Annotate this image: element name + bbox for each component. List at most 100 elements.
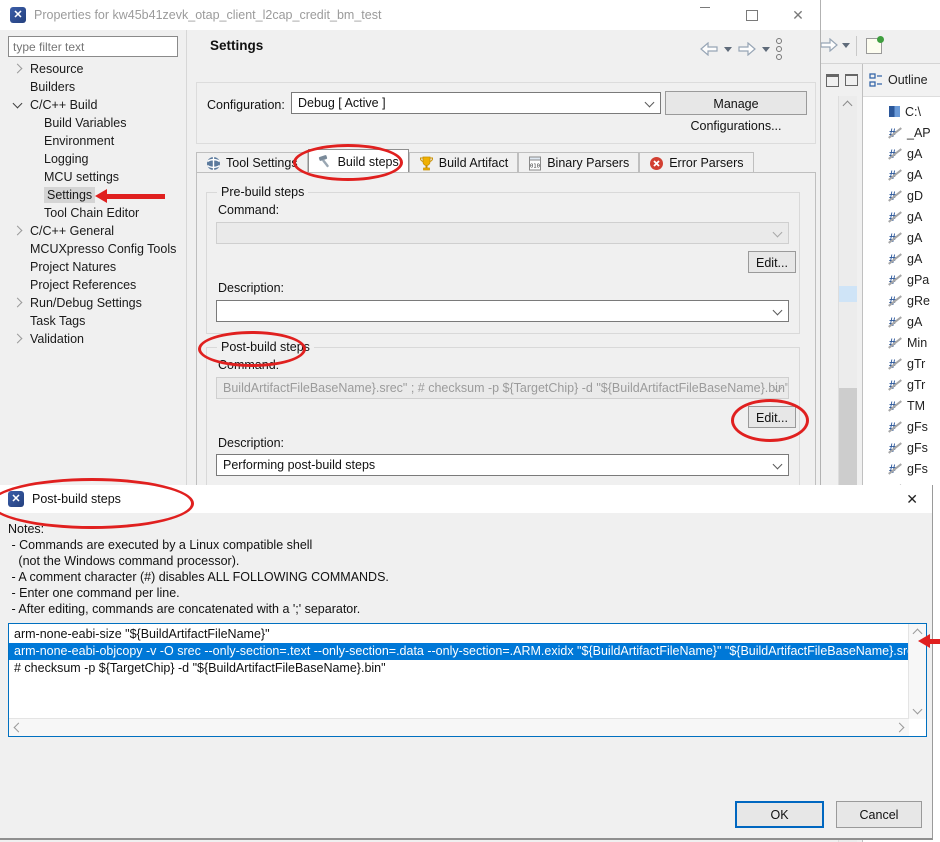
post-build-steps-title: Post-build steps [217, 340, 314, 354]
scroll-left-icon[interactable] [14, 723, 24, 733]
properties-titlebar: ✕ Properties for kw45b41zevk_otap_client… [0, 0, 820, 30]
outline-item[interactable]: #gA [863, 164, 940, 185]
tree-item-resource[interactable]: Resource [0, 60, 185, 78]
tab-build-steps[interactable]: Build steps [308, 149, 409, 173]
ok-button[interactable]: OK [735, 801, 824, 828]
scroll-right-icon[interactable] [895, 723, 905, 733]
cancel-button[interactable]: Cancel [836, 801, 922, 828]
outline-item[interactable]: #gFs [863, 437, 940, 458]
post-build-description-combo[interactable]: Performing post-build steps [216, 454, 789, 476]
outline-item[interactable]: # Min [863, 332, 940, 353]
pre-build-steps-title: Pre-build steps [217, 185, 308, 199]
tree-item-task-tags[interactable]: Task Tags [0, 312, 185, 330]
chevron-right-icon[interactable] [13, 334, 23, 344]
scrollbar-thumb[interactable] [839, 388, 857, 485]
tree-item-label: Settings [44, 187, 95, 203]
outline-item[interactable]: C:\ [863, 101, 940, 122]
tree-item-mcu-settings[interactable]: MCU settings [0, 168, 185, 186]
outline-header: Outline [863, 64, 940, 97]
chevron-right-icon[interactable] [13, 298, 23, 308]
tree-item-settings[interactable]: Settings [0, 186, 185, 204]
chevron-down-icon [645, 98, 655, 108]
tree-item-label: Run/Debug Settings [30, 296, 142, 310]
command-line[interactable]: arm-none-eabi-objcopy -v -O srec --only-… [9, 643, 909, 660]
tree-item-run-debug-settings[interactable]: Run/Debug Settings [0, 294, 185, 312]
close-icon[interactable]: ✕ [900, 485, 924, 513]
outline-item[interactable]: #_AP [863, 122, 940, 143]
post-build-edit-button[interactable]: Edit... [748, 406, 796, 428]
pin-editor-icon[interactable] [866, 38, 882, 54]
outline-item[interactable]: #gFs [863, 416, 940, 437]
forward-arrow-icon[interactable] [738, 42, 756, 56]
tree-item-tool-chain-editor[interactable]: Tool Chain Editor [0, 204, 185, 222]
maximize-view-icon[interactable] [845, 74, 858, 86]
pre-build-edit-button[interactable]: Edit... [748, 251, 796, 273]
minimize-view-icon[interactable] [826, 74, 839, 87]
tree-item-project-references[interactable]: Project References [0, 276, 185, 294]
tree-item-c-c-build[interactable]: C/C++ Build [0, 96, 185, 114]
tree-item-project-natures[interactable]: Project Natures [0, 258, 185, 276]
chevron-down-icon[interactable] [13, 99, 23, 109]
chevron-down-icon [773, 306, 783, 316]
command-line[interactable]: # checksum -p ${TargetChip} -d "${BuildA… [9, 660, 909, 677]
outline-item[interactable]: #gFs [863, 458, 940, 479]
outline-item[interactable]: #TM [863, 395, 940, 416]
pre-build-description-combo[interactable] [216, 300, 789, 322]
editor-vertical-scrollbar[interactable] [908, 624, 926, 719]
tree-item-build-variables[interactable]: Build Variables [0, 114, 185, 132]
minimize-button[interactable] [685, 0, 725, 30]
tab-build-artifact[interactable]: Build Artifact [409, 152, 518, 173]
outline-item-label: gFs [907, 462, 928, 476]
forward-arrow-icon[interactable] [820, 38, 838, 52]
tab-tool-settings[interactable]: Tool Settings [196, 152, 308, 173]
maximize-button[interactable] [732, 0, 772, 30]
forward-history-caret[interactable] [762, 47, 770, 52]
properties-dialog: ✕ Properties for kw45b41zevk_otap_client… [0, 0, 821, 492]
outline-item[interactable]: #gD [863, 185, 940, 206]
command-line[interactable]: arm-none-eabi-size "${BuildArtifactFileN… [9, 626, 909, 643]
outline-item[interactable]: #gPa [863, 269, 940, 290]
back-arrow-icon[interactable] [700, 42, 718, 56]
pane-divider [186, 30, 187, 492]
scroll-down-icon[interactable] [913, 705, 923, 715]
tree-item-validation[interactable]: Validation [0, 330, 185, 348]
configuration-label: Configuration: [207, 98, 285, 112]
outline-item[interactable]: #gRe [863, 290, 940, 311]
outline-item[interactable]: #gA [863, 311, 940, 332]
outline-item[interactable]: #gA [863, 227, 940, 248]
outline-item-label: Min [907, 336, 927, 350]
note-line: - After editing, commands are concatenat… [8, 601, 389, 617]
filter-input[interactable] [8, 36, 178, 57]
tree-item-mcuxpresso-config-tools[interactable]: MCUXpresso Config Tools [0, 240, 185, 258]
outline-item[interactable]: #gTr [863, 374, 940, 395]
outline-item[interactable]: #gA [863, 248, 940, 269]
chevron-right-icon[interactable] [13, 64, 23, 74]
outline-item[interactable]: #gA [863, 206, 940, 227]
define-icon: # [889, 357, 902, 371]
tab-error-parsers[interactable]: Error Parsers [639, 152, 753, 173]
editor-horizontal-scrollbar[interactable] [9, 718, 909, 736]
commands-editor[interactable]: arm-none-eabi-size "${BuildArtifactFileN… [8, 623, 927, 737]
file-icon [889, 106, 900, 117]
define-icon: # [889, 336, 902, 350]
scroll-up-icon[interactable] [843, 101, 853, 111]
chevron-right-icon[interactable] [13, 226, 23, 236]
tree-item-logging[interactable]: Logging [0, 150, 185, 168]
scroll-up-icon[interactable] [913, 629, 923, 639]
configuration-select[interactable]: Debug [ Active ] [291, 92, 661, 114]
view-menu-icon[interactable] [776, 38, 782, 60]
outline-item-label: gFs [907, 420, 928, 434]
tool-settings-icon [206, 156, 221, 171]
tab-binary-parsers[interactable]: 010 Binary Parsers [518, 152, 639, 173]
tree-item-c-c-general[interactable]: C/C++ General [0, 222, 185, 240]
manage-configurations-button[interactable]: Manage Configurations... [665, 91, 807, 115]
tree-item-builders[interactable]: Builders [0, 78, 185, 96]
outline-item[interactable]: #gA [863, 143, 940, 164]
close-button[interactable]: ✕ [778, 0, 818, 30]
tree-item-environment[interactable]: Environment [0, 132, 185, 150]
configuration-group: Configuration: Debug [ Active ] Manage C… [196, 82, 816, 144]
back-history-caret[interactable] [724, 47, 732, 52]
outline-item[interactable]: #gTr [863, 353, 940, 374]
tree-item-label: Project References [30, 278, 136, 292]
forward-history-caret[interactable] [842, 43, 850, 48]
